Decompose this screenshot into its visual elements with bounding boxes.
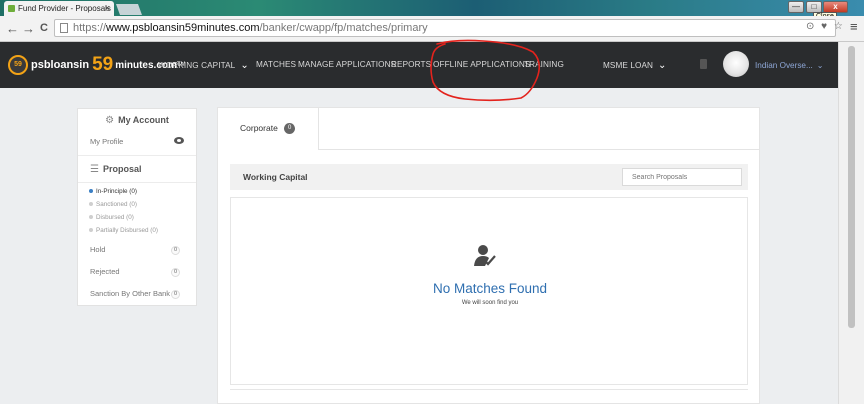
proposal-title: Proposal [102, 164, 142, 174]
sidebar-item-label: Rejected [90, 267, 120, 276]
count-badge: 0 [171, 290, 180, 299]
empty-state-subtitle: We will soon find you [461, 300, 519, 306]
empty-state-title: No Matches Found [432, 281, 548, 296]
page-icon [60, 23, 68, 33]
tab-count-badge: 0 [284, 123, 296, 135]
sidebar-item-label: Sanctioned (0) [96, 201, 137, 208]
tab-title: Fund Provider - Proposals [18, 4, 111, 13]
browser-tab-strip: Fund Provider - Proposals × — □ x [0, 0, 864, 16]
divider [230, 389, 748, 390]
scrollbar-thumb[interactable] [848, 46, 855, 328]
sidebar-item-in-principle[interactable]: In-Principle (0) [78, 185, 196, 198]
nav-offline-applications[interactable]: OFFLINE APPLICATIONS [433, 60, 530, 69]
nav-working-capital-label: WORKING CAPITAL [158, 61, 236, 70]
chevron-down-icon: ⌄ [658, 60, 667, 71]
nav-msme-loan[interactable]: MSME LOAN ⌄ [603, 60, 667, 71]
sidebar-item-sanctioned[interactable]: Sanctioned (0) [78, 198, 196, 211]
status-dot [89, 228, 93, 232]
main-panel: Corporate 0 Working Capital No Matches F… [217, 107, 760, 404]
sidebar-item-label: Partially Disbursed (0) [96, 227, 158, 234]
page-scrollbar[interactable] [838, 42, 864, 404]
user-menu[interactable]: Indian Overse... ⌄ [755, 60, 824, 70]
chevron-down-icon: ⌄ [816, 61, 824, 70]
sidebar-item-my-profile[interactable]: My Profile [78, 131, 196, 153]
sidebar-item-sanction-by-other-bank[interactable]: Sanction By Other Bank 0 [78, 283, 196, 305]
my-account-heading: ⚙ My Account [78, 109, 196, 131]
no-matches-user-icon [474, 245, 496, 266]
status-dot [89, 189, 93, 193]
sidebar-item-partially-disbursed[interactable]: Partially Disbursed (0) [78, 224, 196, 237]
tab-corporate[interactable]: Corporate 0 [218, 108, 319, 150]
url-path: /banker/cwapp/fp/matches/primary [259, 22, 428, 34]
sidebar-item-hold[interactable]: Hold 0 [78, 239, 196, 261]
list-icon: ☰ [90, 163, 99, 175]
url-scheme: https:// [73, 22, 107, 34]
divider [78, 182, 196, 183]
sidebar-item-label: Hold [90, 245, 106, 254]
nav-matches[interactable]: MATCHES [256, 60, 296, 69]
extension-icons[interactable]: ⊙ ♥ ☆ [806, 21, 845, 32]
favicon-icon [8, 5, 15, 12]
sidebar: ⚙ My Account My Profile ☰ Proposal In-Pr… [77, 108, 197, 306]
sidebar-item-label: My Profile [90, 137, 124, 146]
forward-arrow-icon[interactable]: → [22, 21, 35, 36]
window-minimize-button[interactable]: — [788, 1, 804, 13]
eye-icon[interactable] [174, 137, 184, 144]
sidebar-item-label: Sanction By Other Bank [90, 289, 171, 298]
nav-training[interactable]: TRAINING [524, 60, 564, 69]
trash-icon[interactable] [700, 59, 707, 69]
app-header: 59 psbloansin 59 minutes.com TM WORKING … [0, 42, 838, 88]
chevron-down-icon: ⌄ [240, 60, 249, 71]
new-tab-button[interactable] [115, 4, 143, 15]
status-dot [89, 215, 93, 219]
gear-icon: ⚙ [105, 114, 115, 126]
avatar[interactable] [723, 51, 749, 77]
nav-working-capital[interactable]: WORKING CAPITAL ⌄ [158, 60, 249, 71]
reload-icon[interactable]: C [40, 22, 48, 34]
tab-underline [319, 149, 759, 150]
status-dot [89, 202, 93, 206]
sidebar-item-disbursed[interactable]: Disbursed (0) [78, 211, 196, 224]
logo-brand-prefix: psbloansin [31, 59, 90, 71]
url-host: www.psbloansin59minutes.com [106, 22, 260, 34]
browser-tab[interactable]: Fund Provider - Proposals × [4, 1, 114, 16]
back-arrow-icon[interactable]: ← [6, 21, 19, 36]
search-proposals-input[interactable] [622, 168, 742, 186]
url-input[interactable]: https://www.psbloansin59minutes.com/bank… [54, 19, 836, 37]
my-account-title: My Account [118, 115, 169, 125]
address-bar: ← → C https://www.psbloansin59minutes.co… [0, 16, 864, 42]
tab-corporate-label: Corporate [240, 123, 278, 133]
sidebar-item-label: In-Principle (0) [96, 188, 137, 195]
count-badge: 0 [171, 268, 180, 277]
divider [78, 155, 196, 156]
sidebar-item-label: Disbursed (0) [96, 214, 134, 221]
nav-reports[interactable]: REPORTS [391, 60, 431, 69]
user-name: Indian Overse... [755, 61, 813, 70]
count-badge: 0 [171, 246, 180, 255]
results-panel: No Matches Found We will soon find you [230, 197, 748, 385]
tab-close-icon[interactable]: × [105, 3, 110, 13]
logo-brand-number: 59 [92, 54, 114, 75]
nav-msme-loan-label: MSME LOAN [603, 61, 654, 70]
logo-badge: 59 [8, 55, 28, 75]
browser-menu-icon[interactable]: ≡ [850, 19, 858, 34]
nav-manage-applications[interactable]: MANAGE APPLICATIONS [298, 60, 396, 69]
section-title: Working Capital [243, 172, 308, 182]
sidebar-item-rejected[interactable]: Rejected 0 [78, 261, 196, 283]
proposal-heading: ☰ Proposal [78, 158, 196, 180]
